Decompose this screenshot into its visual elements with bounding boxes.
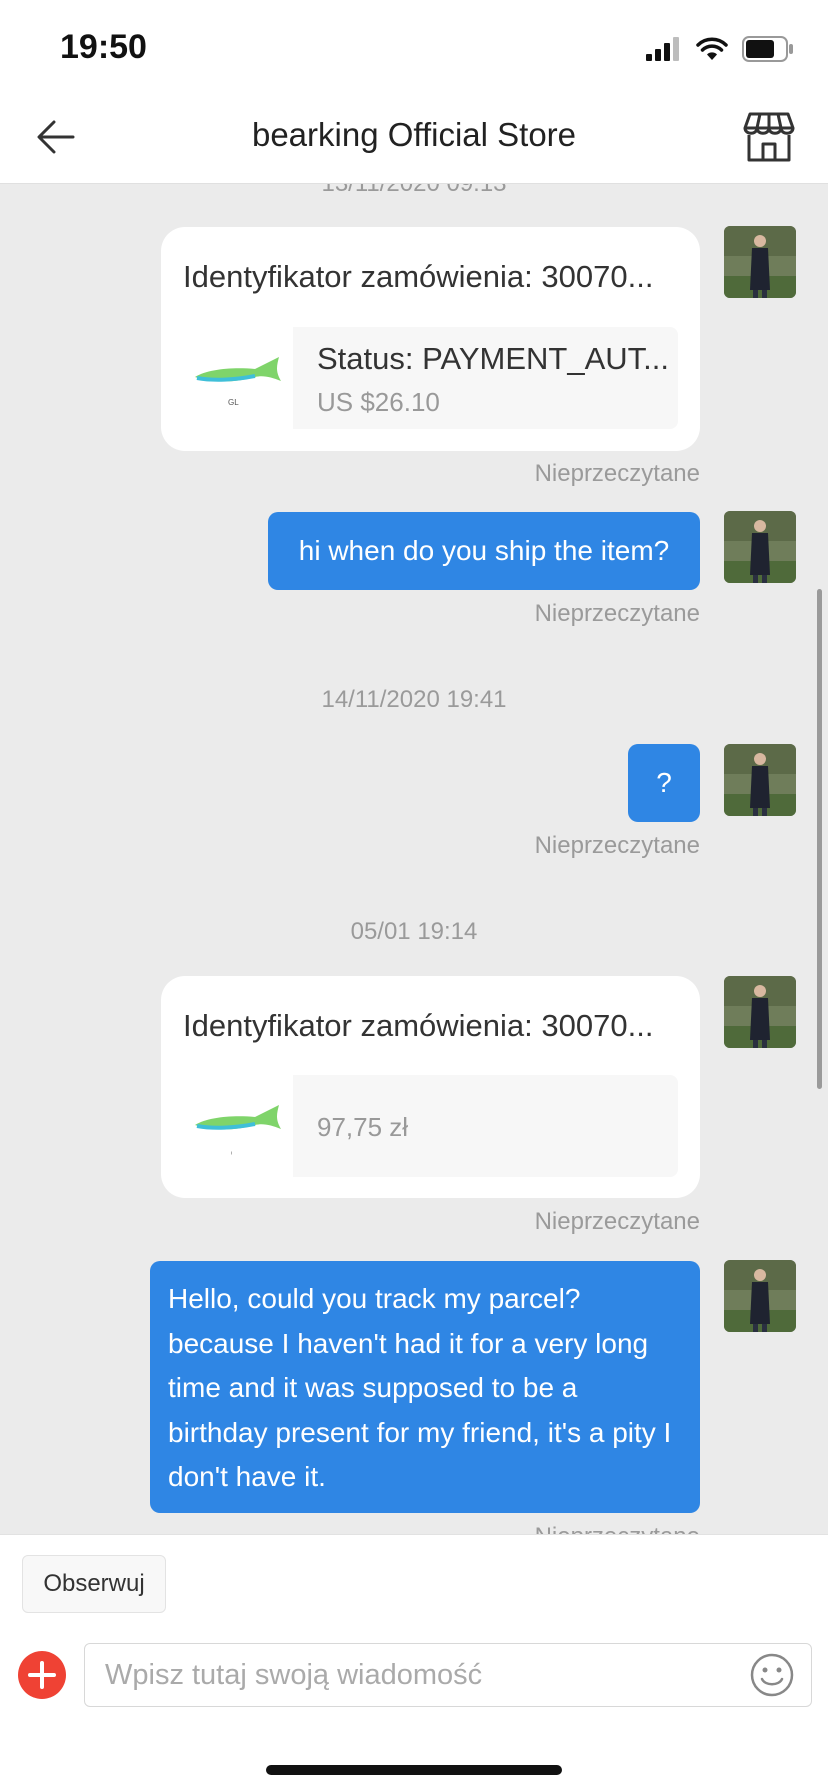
scrollbar[interactable] [817, 589, 822, 1089]
order-product[interactable]: GL Status: PAYMENT_AUT... US $26.10 [183, 327, 678, 429]
order-card[interactable]: Identyfikator zamówienia: 30070... ⁱ 97,… [161, 976, 700, 1198]
svg-text:ⁱ: ⁱ [231, 1150, 232, 1159]
order-status: Status: PAYMENT_AUT... [317, 341, 670, 376]
page-title: bearking Official Store [251, 116, 577, 153]
order-id: Identyfikator zamówienia: 30070... [183, 1008, 654, 1043]
order-id: Identyfikator zamówienia: 30070... [183, 259, 654, 294]
order-price: US $26.10 [317, 387, 440, 417]
wifi-icon [696, 37, 728, 60]
timestamp: 14/11/2020 19:41 [321, 686, 507, 713]
timestamp: 13/11/2020 09:13 [0, 184, 828, 198]
plus-icon [28, 1661, 56, 1689]
product-thumbnail: GL [183, 327, 293, 429]
avatar[interactable] [724, 744, 796, 816]
status-time: 19:50 [60, 28, 147, 66]
message-bubble[interactable]: ? [628, 744, 700, 822]
header: bearking Official Store [0, 90, 828, 184]
user-photo [724, 511, 796, 583]
order-card[interactable]: Identyfikator zamówienia: 30070... GL St… [161, 227, 700, 451]
store-button[interactable] [742, 110, 796, 164]
user-photo [724, 226, 796, 298]
read-status: Nieprzeczytane [534, 1208, 700, 1235]
status-icons [646, 34, 794, 64]
message-input[interactable]: Wpisz tutaj swoją wiadomość [84, 1643, 812, 1707]
emoji-button[interactable] [749, 1652, 795, 1698]
battery-icon [742, 36, 793, 62]
avatar[interactable] [724, 1260, 796, 1332]
user-photo [724, 976, 796, 1048]
message-text: ? [656, 767, 672, 798]
message-text: hi when do you ship the item? [298, 535, 670, 566]
avatar[interactable] [724, 976, 796, 1048]
svg-text:GL: GL [228, 398, 239, 407]
read-status: Nieprzeczytane [534, 460, 700, 487]
user-photo [724, 1260, 796, 1332]
read-status: Nieprzeczytane [535, 1523, 700, 1534]
follow-button[interactable]: Obserwuj [22, 1555, 166, 1613]
message-input-placeholder: Wpisz tutaj swoją wiadomość [105, 1659, 483, 1691]
chat-messages[interactable]: 13/11/2020 09:13 Identyfikator zamówieni… [0, 184, 828, 1534]
user-photo [724, 744, 796, 816]
composer-bar: Obserwuj Wpisz tutaj swoją wiadomość [0, 1534, 828, 1792]
message-text: Hello, could you track my parcel? becaus… [168, 1283, 672, 1493]
signal-icon [646, 37, 679, 61]
product-thumbnail: ⁱ [183, 1075, 293, 1177]
add-attachment-button[interactable] [18, 1651, 66, 1699]
store-icon [743, 112, 795, 162]
read-status: Nieprzeczytane [534, 832, 700, 859]
avatar[interactable] [724, 226, 796, 298]
fishing-lure-image: GL [195, 357, 281, 407]
message-bubble[interactable]: Hello, could you track my parcel? becaus… [150, 1261, 700, 1513]
avatar[interactable] [724, 511, 796, 583]
home-indicator[interactable] [266, 1765, 562, 1775]
order-price: 97,75 zł [317, 1112, 409, 1142]
smiley-icon [750, 1653, 794, 1697]
timestamp: 05/01 19:14 [350, 918, 478, 945]
read-status: Nieprzeczytane [534, 600, 700, 627]
status-bar: 19:50 [0, 0, 828, 90]
message-bubble[interactable]: hi when do you ship the item? [268, 512, 700, 590]
fishing-lure-image: ⁱ [195, 1105, 281, 1159]
order-product[interactable]: ⁱ 97,75 zł [183, 1075, 678, 1177]
